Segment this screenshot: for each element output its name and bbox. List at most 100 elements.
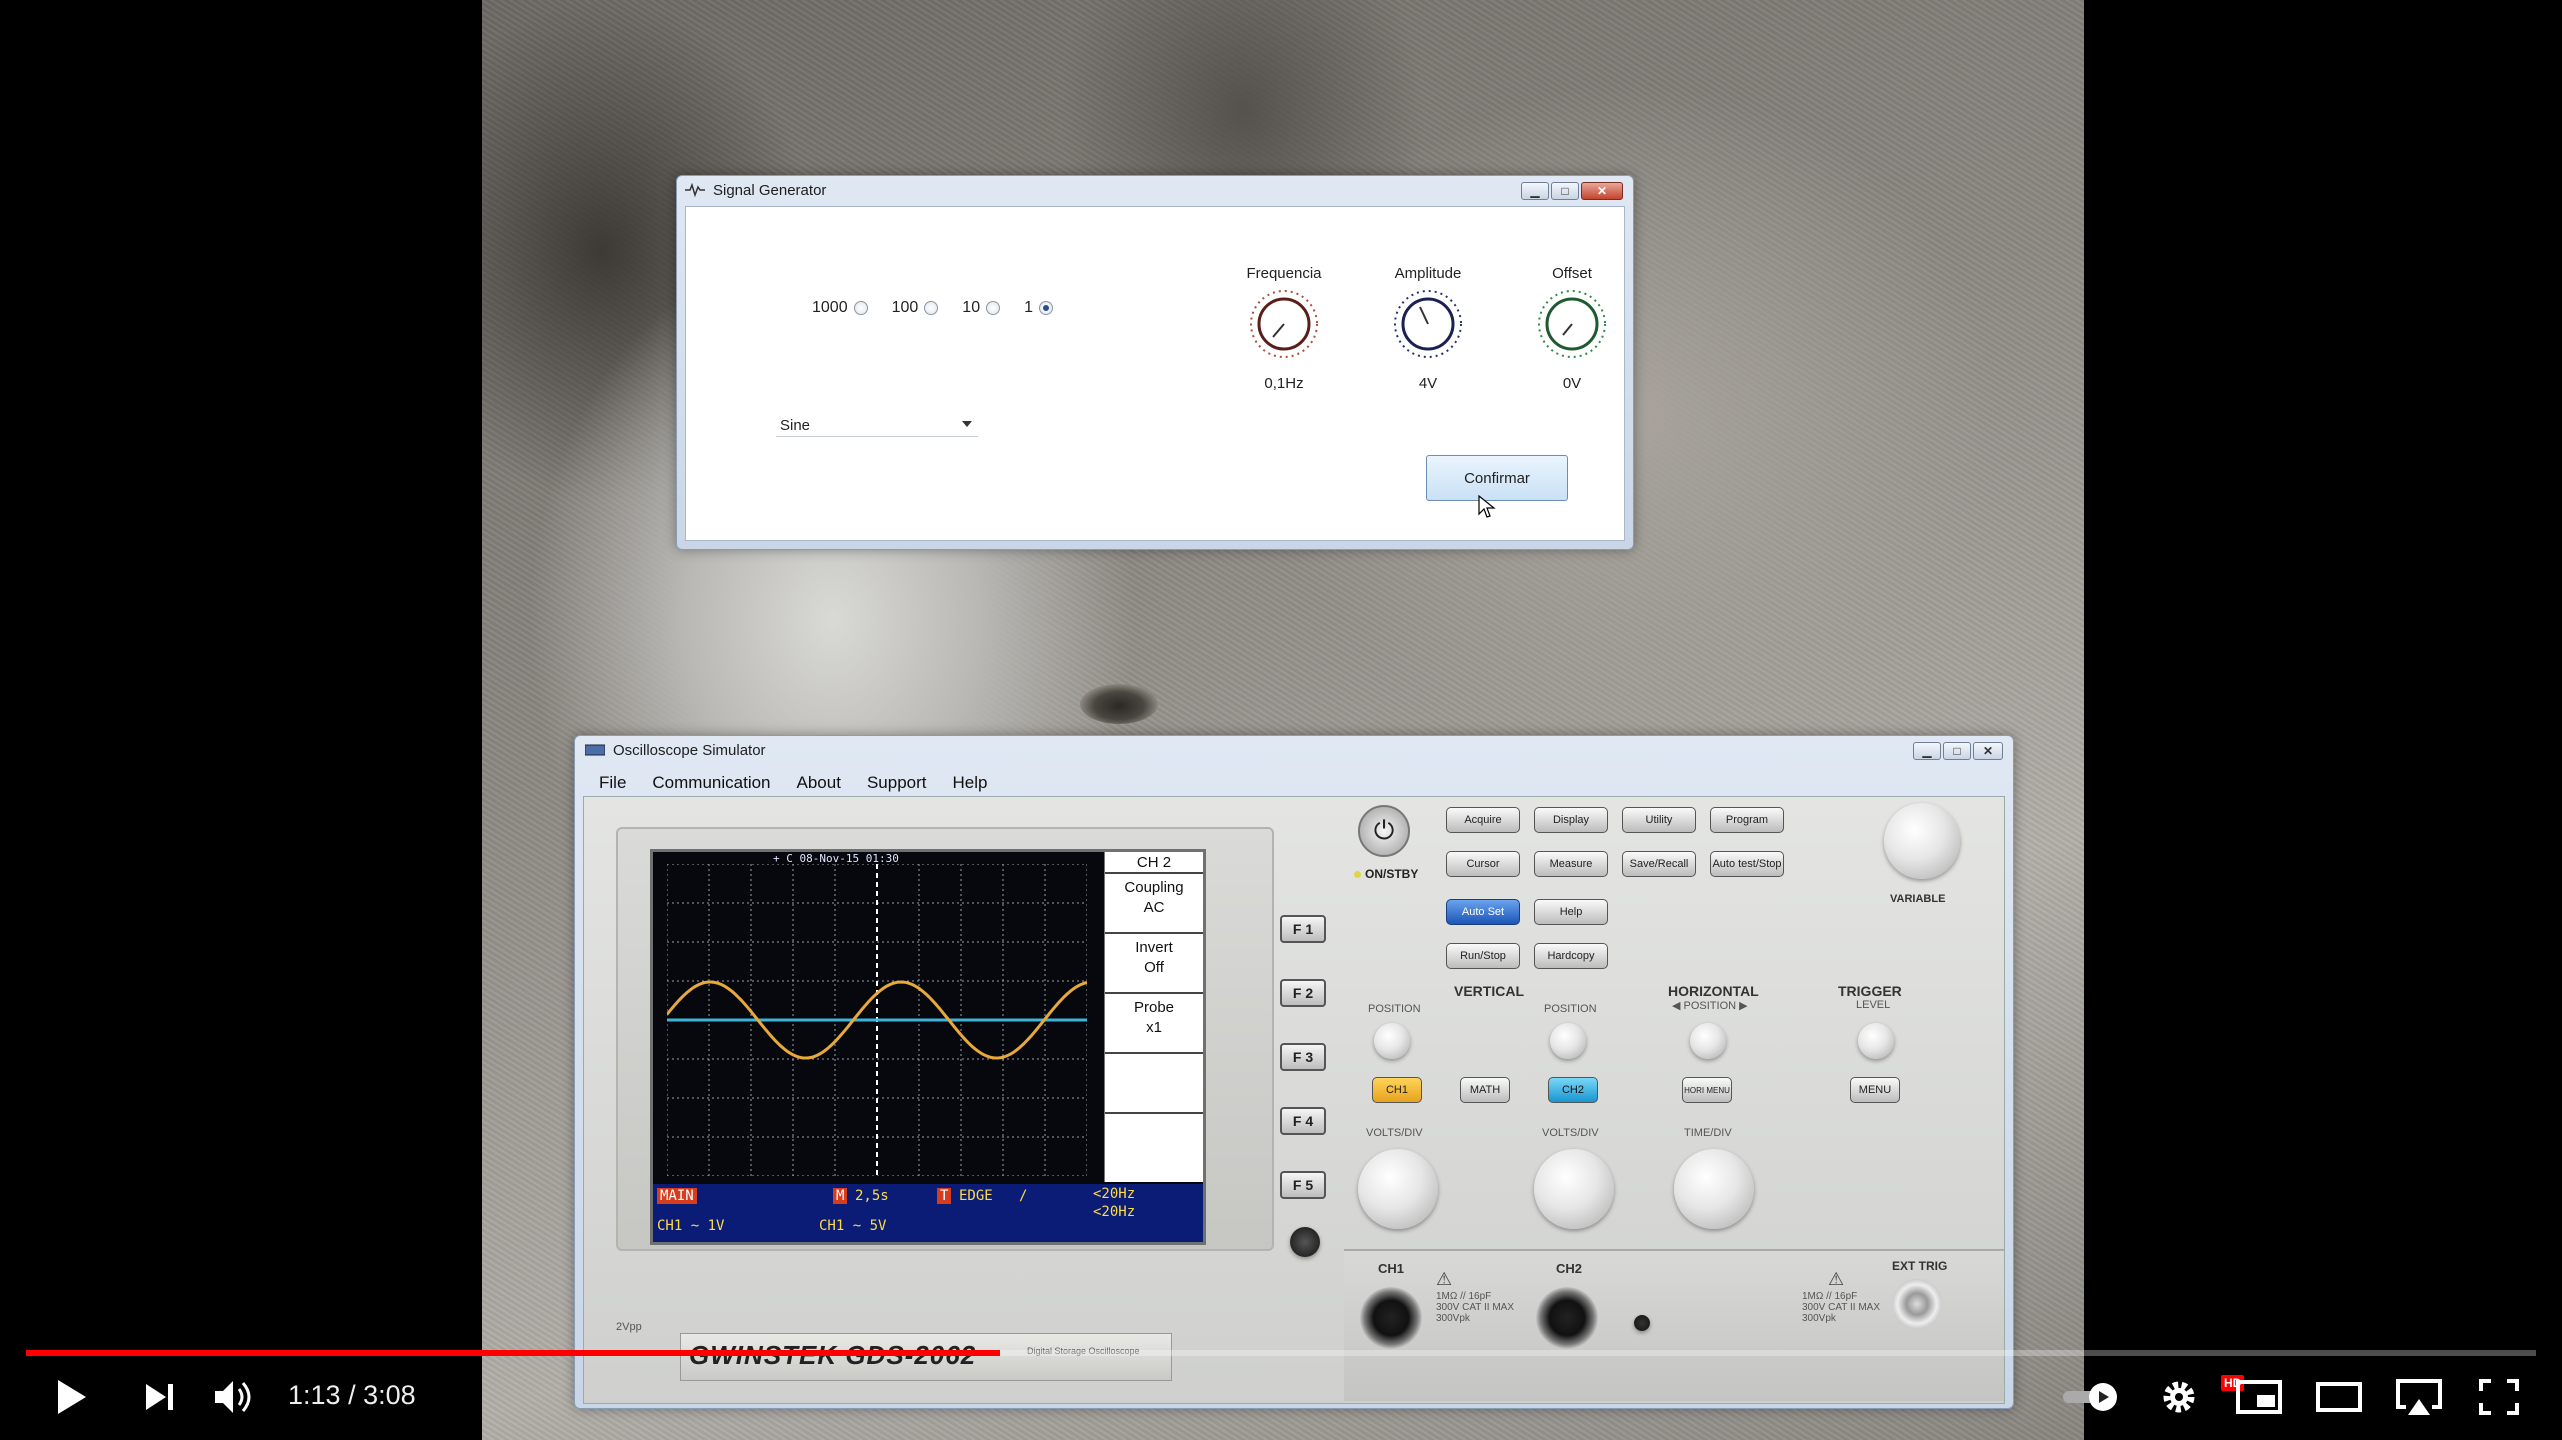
ch1-position-knob[interactable] [1374, 1023, 1410, 1059]
menu-communication[interactable]: Communication [652, 773, 770, 793]
run-stop-button[interactable]: Run/Stop [1446, 943, 1520, 969]
intensity-knob[interactable] [1290, 1227, 1320, 1257]
math-button[interactable]: MATH [1460, 1077, 1510, 1103]
time-div-label: TIME/DIV [1684, 1127, 1732, 1139]
signal-generator-titlebar[interactable]: Signal Generator ▁ □ ✕ [677, 176, 1633, 204]
confirm-button[interactable]: Confirmar [1426, 455, 1568, 501]
close-button[interactable]: ✕ [1973, 742, 2003, 760]
miniplayer-button[interactable] [2232, 1370, 2286, 1424]
save-recall-button[interactable]: Save/Recall [1622, 851, 1696, 877]
wave-icon [685, 183, 705, 197]
ch1-scale: CH1 ~ 1V [657, 1218, 725, 1234]
oscilloscope-titlebar[interactable]: Oscilloscope Simulator ▁ □ ✕ [575, 736, 2013, 764]
volume-button[interactable] [208, 1370, 262, 1424]
maximize-button[interactable]: □ [1551, 182, 1579, 200]
menu-about[interactable]: About [797, 773, 841, 793]
invert-value: Off [1144, 959, 1164, 976]
radio-button[interactable] [853, 301, 868, 315]
f2-key[interactable]: F 2 [1280, 979, 1326, 1007]
horizontal-position-knob[interactable] [1690, 1023, 1726, 1059]
menu-file[interactable]: File [599, 773, 626, 793]
ch2-input-label: CH2 [1556, 1261, 1583, 1276]
oscilloscope-window: Oscilloscope Simulator ▁ □ ✕ File Commun… [574, 735, 2014, 1409]
trigger-section-title: TRIGGER [1838, 983, 1902, 999]
offset-knob[interactable] [1537, 289, 1607, 359]
utility-button[interactable]: Utility [1622, 807, 1696, 833]
variable-knob[interactable] [1884, 803, 1960, 879]
program-button[interactable]: Program [1710, 807, 1784, 833]
f3-key[interactable]: F 3 [1280, 1043, 1326, 1071]
next-button[interactable] [132, 1370, 186, 1424]
play-button[interactable] [44, 1370, 98, 1424]
ext-trig-connector[interactable] [1892, 1279, 1942, 1329]
f4-key[interactable]: F 4 [1280, 1107, 1326, 1135]
side-menu-probe: Probe x1 [1105, 994, 1203, 1054]
ch2-bnc-connector[interactable] [1536, 1287, 1598, 1349]
autoset-button[interactable]: Auto Set [1446, 899, 1520, 925]
f1-key[interactable]: F 1 [1280, 915, 1326, 943]
display-button[interactable]: Display [1534, 807, 1608, 833]
hardcopy-button[interactable]: Hardcopy [1534, 943, 1608, 969]
horizontal-position-label: ◀ POSITION ▶ [1672, 1000, 1748, 1012]
acquire-button[interactable]: Acquire [1446, 807, 1520, 833]
minimize-button[interactable]: ▁ [1521, 182, 1549, 200]
frequency-control: Frequencia 0,1Hz [1224, 265, 1344, 392]
ch2-button[interactable]: CH2 [1548, 1077, 1598, 1103]
menu-bar: File Communication About Support Help [583, 770, 2005, 796]
cal-output-label: 2Vpp [616, 1321, 642, 1333]
menu-support[interactable]: Support [867, 773, 927, 793]
video-progress-bar[interactable] [26, 1350, 2536, 1356]
radio-button-selected[interactable] [1039, 301, 1053, 315]
ch2-position-knob[interactable] [1550, 1023, 1586, 1059]
menu-help[interactable]: Help [953, 773, 988, 793]
radio-1000[interactable]: 1000 [812, 299, 868, 317]
radio-100[interactable]: 100 [892, 299, 939, 317]
autoplay-icon [2063, 1383, 2117, 1411]
radio-button[interactable] [986, 301, 1001, 315]
airplay-button[interactable] [2392, 1370, 2446, 1424]
f5-key[interactable]: F 5 [1280, 1171, 1326, 1199]
ground-terminal[interactable] [1634, 1315, 1650, 1331]
miniplayer-icon [2236, 1380, 2282, 1414]
brand-plate: GWINSTEK GDS-2062 Digital Storage Oscill… [680, 1333, 1172, 1381]
fullscreen-button[interactable] [2472, 1370, 2526, 1424]
frequency-value: 0,1Hz [1264, 375, 1304, 392]
oscilloscope-display: + C 08-Nov-15 01:30 CH 2 Coupling AC Inv… [650, 849, 1206, 1245]
minimize-button[interactable]: ▁ [1913, 742, 1941, 760]
waveform-selected-value: Sine [780, 417, 811, 434]
theater-mode-button[interactable] [2312, 1370, 2366, 1424]
fullscreen-icon [2479, 1379, 2519, 1415]
settings-button[interactable] [2152, 1370, 2206, 1424]
vertical-section-title: VERTICAL [1454, 983, 1524, 999]
hori-menu-button[interactable]: HORI MENU [1682, 1077, 1732, 1103]
autoplay-toggle[interactable] [2060, 1370, 2122, 1424]
ch1-bnc-connector[interactable] [1360, 1287, 1422, 1349]
amplitude-knob[interactable] [1393, 289, 1463, 359]
cursor-button[interactable]: Cursor [1446, 851, 1520, 877]
maximize-button[interactable]: □ [1943, 742, 1971, 760]
frequency-readout-1: <20Hz [1093, 1186, 1136, 1202]
time-div-knob[interactable] [1674, 1149, 1754, 1229]
help-button[interactable]: Help [1534, 899, 1608, 925]
radio-10[interactable]: 10 [962, 299, 1001, 317]
waveform-select[interactable]: Sine [776, 415, 978, 437]
ch1-button[interactable]: CH1 [1372, 1077, 1422, 1103]
trigger-menu-button[interactable]: MENU [1850, 1077, 1900, 1103]
radio-button[interactable] [924, 301, 939, 315]
video-frame[interactable]: Signal Generator ▁ □ ✕ 1000 100 10 1 Sin… [482, 0, 2084, 1440]
measure-button[interactable]: Measure [1534, 851, 1608, 877]
trigger-level-knob[interactable] [1858, 1023, 1894, 1059]
autotest-stop-button[interactable]: Auto test/Stop [1710, 851, 1784, 877]
next-icon [146, 1384, 173, 1410]
ch1-input-label: CH1 [1378, 1261, 1405, 1276]
power-button[interactable]: ⏻ [1358, 805, 1410, 857]
horizontal-section-title: HORIZONTAL [1668, 983, 1759, 999]
close-button[interactable]: ✕ [1581, 182, 1623, 200]
ch1-volts-div-knob[interactable] [1358, 1149, 1438, 1229]
coupling-label: Coupling [1124, 879, 1184, 896]
radio-1[interactable]: 1 [1024, 299, 1053, 317]
frequency-knob[interactable] [1249, 289, 1319, 359]
airplay-icon [2396, 1379, 2442, 1415]
ch2-volts-div-knob[interactable] [1534, 1149, 1614, 1229]
trigger-slope: / [1019, 1188, 1028, 1204]
